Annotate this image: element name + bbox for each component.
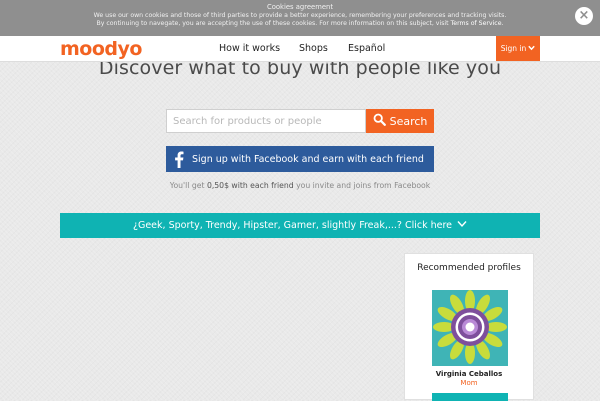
search-button[interactable]: Search [366, 109, 434, 133]
sign-in-button[interactable]: Sign in [496, 36, 540, 61]
cookie-text-end: . [501, 20, 504, 27]
recommended-profiles-title: Recommended profiles [417, 263, 521, 273]
flower-avatar-icon[interactable] [432, 290, 508, 366]
cookie-title: Cookies agreement [266, 3, 334, 11]
facebook-signup-button[interactable]: Sign up with Facebook and earn with each… [166, 146, 434, 172]
search-button-label: Search [389, 114, 428, 128]
chevron-down-icon [457, 213, 467, 238]
referral-suffix: you invite and joins from Facebook [296, 181, 431, 190]
personality-banner[interactable]: ¿Geek, Sporty, Trendy, Hipster, Gamer, s… [60, 213, 540, 238]
recommended-profiles-card: Recommended profiles Virginia Ceballos M… [404, 253, 534, 401]
nav-how-it-works[interactable]: How it works [219, 43, 280, 54]
facebook-icon [166, 146, 192, 172]
nav-shops[interactable]: Shops [299, 43, 328, 54]
cookie-text-line1: We use our own cookies and those of thir… [93, 11, 507, 19]
terms-of-service-link[interactable]: Terms of Service [451, 20, 502, 27]
referral-note: You'll get 0,50$ with each friend you in… [0, 181, 600, 190]
chevron-down-icon [528, 37, 536, 62]
search-icon [373, 113, 386, 129]
facebook-signup-label: Sign up with Facebook and earn with each… [192, 153, 424, 165]
nav-language[interactable]: Español [348, 43, 385, 54]
cookie-text-line2: By continuing to navegate, you are accep… [0, 20, 600, 29]
profile-name[interactable]: Virginia Ceballos [405, 370, 533, 378]
sign-in-label: Sign in [500, 44, 527, 53]
close-icon[interactable]: × [575, 7, 593, 25]
referral-prefix: You'll get [169, 181, 205, 190]
personality-banner-label: ¿Geek, Sporty, Trendy, Hipster, Gamer, s… [132, 220, 453, 231]
cookie-text-line2-body: By continuing to navegate, you are accep… [96, 20, 449, 27]
referral-amount: 0,50$ with each friend [206, 181, 294, 190]
search-input[interactable] [166, 109, 366, 133]
profile-role: Mom [460, 379, 478, 387]
moodyo-logo[interactable]: moodyo [60, 38, 142, 60]
cookie-banner: Cookies agreement We use our own cookies… [0, 0, 600, 36]
